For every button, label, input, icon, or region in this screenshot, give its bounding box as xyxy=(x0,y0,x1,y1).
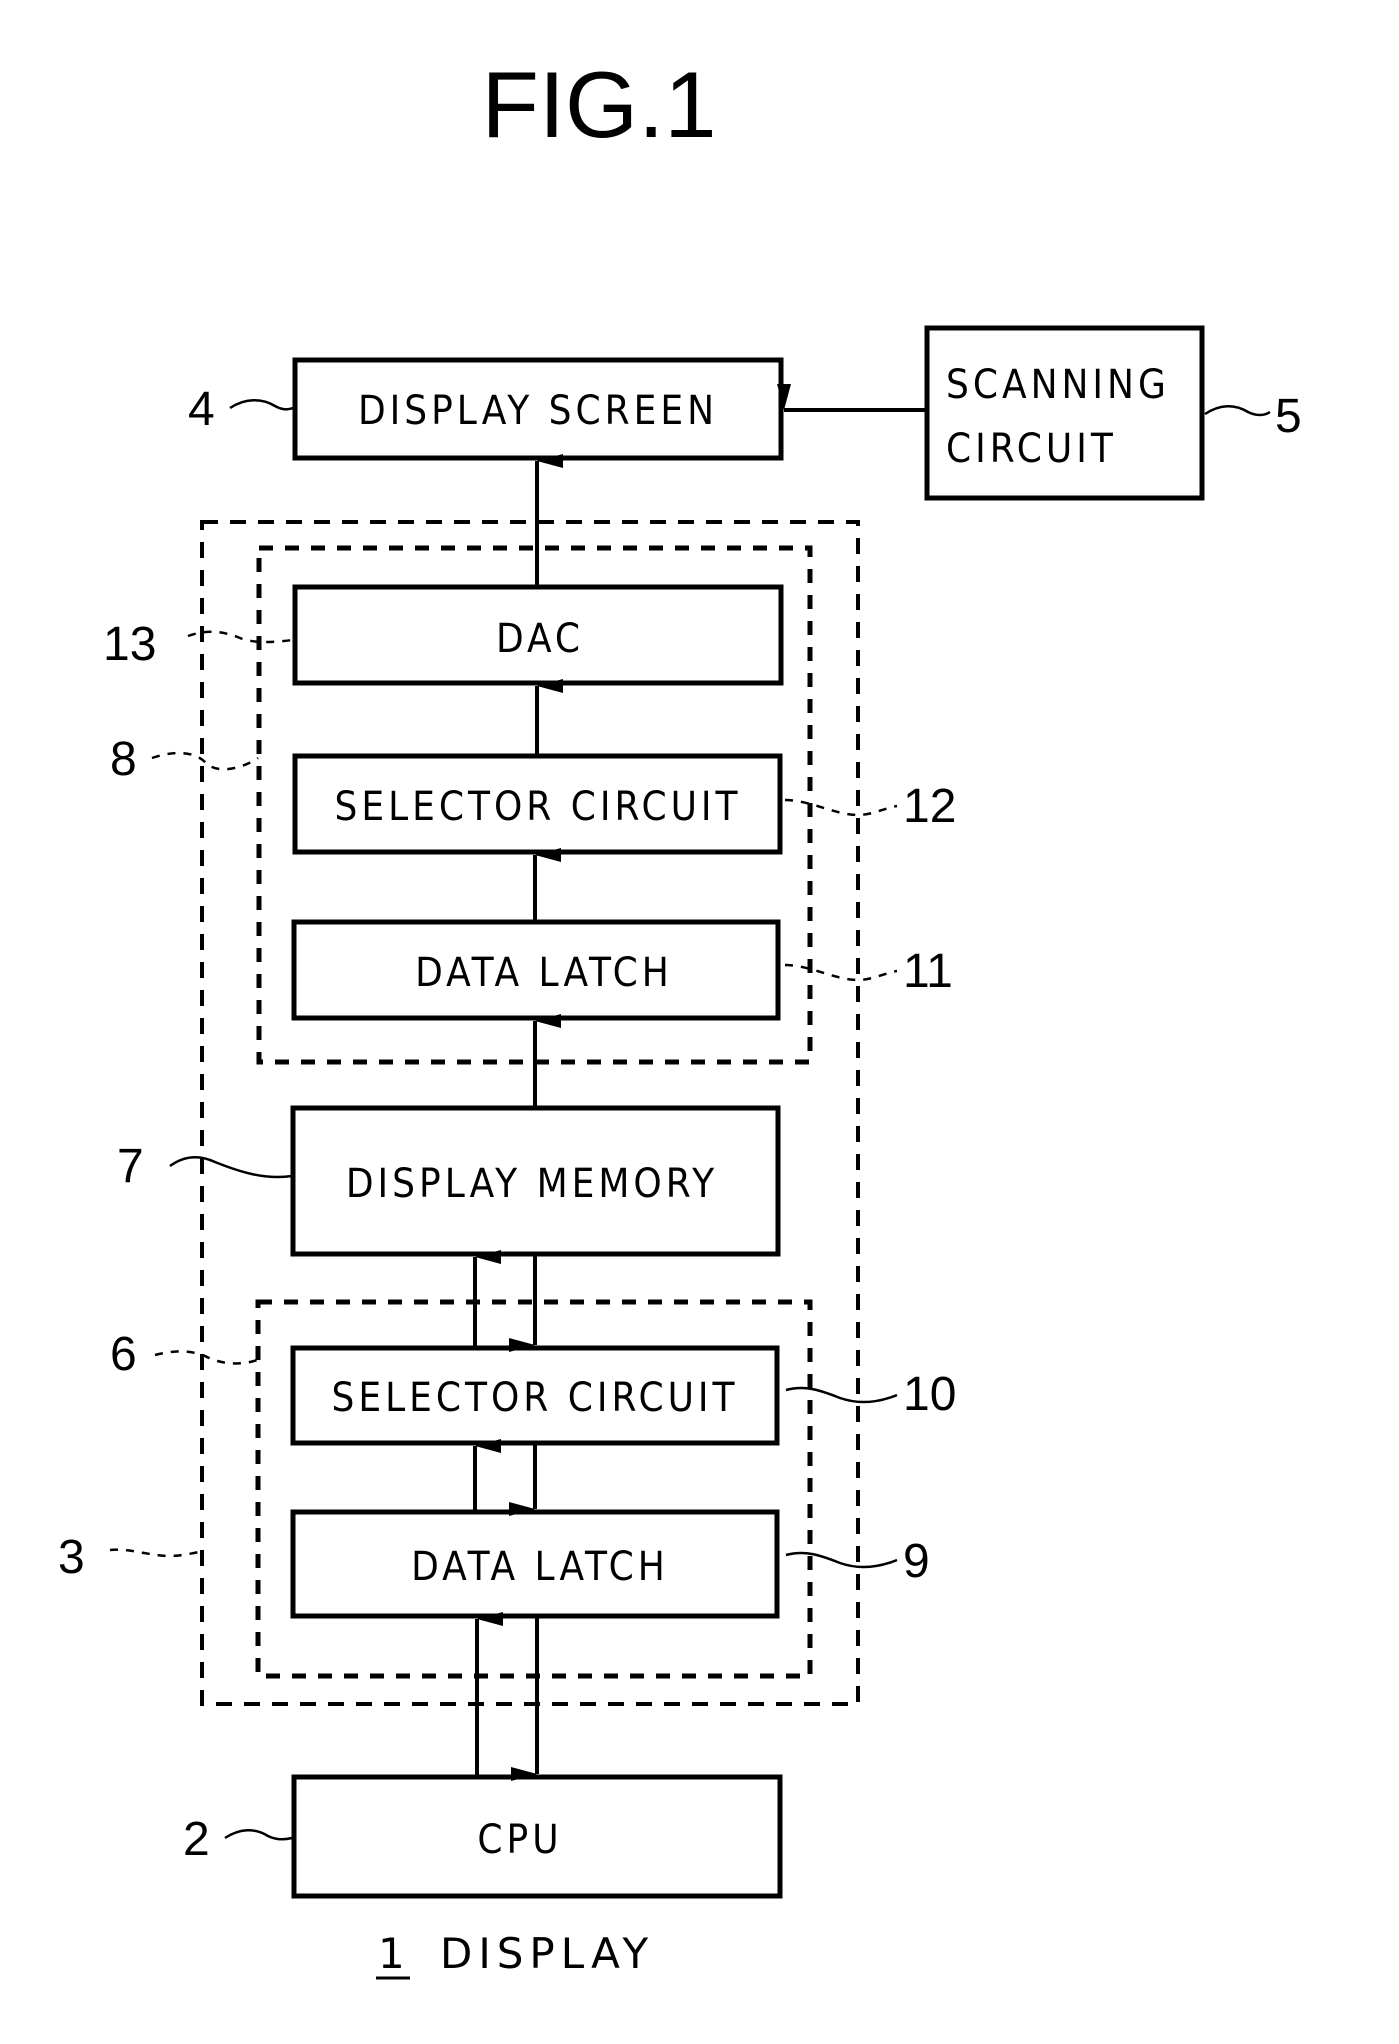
leader-selector-circuit-out xyxy=(784,798,898,817)
scanning-circuit-block: SCANNING CIRCUIT xyxy=(924,325,1205,501)
ref-data-latch-out: 11 xyxy=(903,945,953,998)
selector-circuit-out-label: SELECTOR CIRCUIT xyxy=(334,784,741,830)
leader-input-circuit xyxy=(154,1350,258,1365)
ref-output-circuit: 8 xyxy=(110,733,137,786)
scanning-circuit-label-line2: CIRCUIT xyxy=(946,426,1117,472)
data-latch-out-label: DATA LATCH xyxy=(415,950,673,996)
leader-data-latch-in xyxy=(785,1551,898,1569)
figure-caption-ref: 1 xyxy=(378,1929,411,1978)
dac-block: DAC xyxy=(292,584,784,686)
display-screen-label: DISPLAY SCREEN xyxy=(358,388,718,434)
ref-display-screen: 4 xyxy=(188,383,215,436)
figure-caption-text: DISPLAY xyxy=(440,1929,654,1978)
data-latch-in-label: DATA LATCH xyxy=(411,1544,669,1590)
leader-display-screen xyxy=(229,399,294,411)
ref-scanning-circuit: 5 xyxy=(1275,390,1302,443)
cpu-label: CPU xyxy=(477,1817,562,1863)
figure-title: FIG.1 xyxy=(481,52,716,157)
selector-circuit-in-label: SELECTOR CIRCUIT xyxy=(331,1375,738,1421)
ref-selector-circuit-in: 10 xyxy=(903,1368,956,1421)
selector-circuit-out-block: SELECTOR CIRCUIT xyxy=(292,753,783,855)
leader-cpu xyxy=(224,1829,293,1841)
scanning-circuit-label-line1: SCANNING xyxy=(946,362,1170,408)
data-latch-out-block: DATA LATCH xyxy=(291,919,781,1021)
leader-data-latch-out xyxy=(784,963,898,982)
leader-output-circuit xyxy=(151,751,259,771)
data-latch-in-block: DATA LATCH xyxy=(290,1509,780,1619)
leader-display-memory xyxy=(169,1156,293,1179)
ref-controller: 3 xyxy=(58,1531,85,1584)
block-diagram: FIG.1 DISPLAY SCREEN SCANNING CIRCUIT DA… xyxy=(58,52,1302,1980)
display-memory-label: DISPLAY MEMORY xyxy=(346,1161,718,1207)
ref-input-circuit: 6 xyxy=(110,1328,137,1381)
leader-scanning-circuit xyxy=(1204,405,1271,417)
ref-display-memory: 7 xyxy=(117,1140,144,1193)
ref-data-latch-in: 9 xyxy=(903,1535,930,1588)
leader-controller xyxy=(109,1548,201,1558)
ref-dac: 13 xyxy=(103,618,156,671)
selector-circuit-in-block: SELECTOR CIRCUIT xyxy=(290,1345,780,1446)
ref-selector-circuit-out: 12 xyxy=(903,780,956,833)
display-memory-block: DISPLAY MEMORY xyxy=(290,1105,781,1257)
display-screen-block: DISPLAY SCREEN xyxy=(292,357,784,461)
dac-label: DAC xyxy=(496,616,584,662)
ref-cpu: 2 xyxy=(183,1813,210,1866)
leader-selector-circuit-in xyxy=(785,1386,898,1404)
cpu-block: CPU xyxy=(291,1774,783,1899)
